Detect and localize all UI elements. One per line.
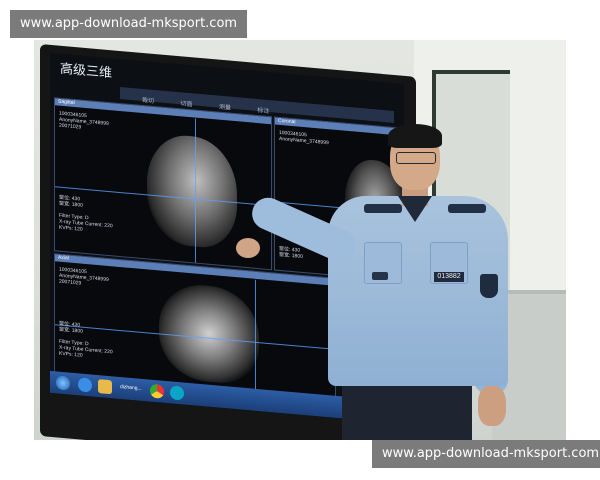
right-hand [478,386,506,426]
epaulet-left [364,204,402,213]
scan-meta-bottom: 窗位: 430 窗宽: 1800 Filter Type: D X-ray Tu… [59,320,113,359]
skull-sagittal-scan [147,132,237,251]
scan-meta-top: 1000346105 AnonyName_3748999 20071029 [59,110,109,131]
photo: 高级三维 裁切 切面 测量 标注 Sagittal 1000346105 Ano… [34,40,566,440]
crosshair-vertical [195,118,196,263]
taskbar-item-label: dizhang... [120,383,142,392]
app-icon [170,385,184,401]
watermark-bottom: www.app-download-mksport.com [372,440,600,468]
police-badge-number: 013882 [434,272,464,282]
hair [388,124,442,148]
scan-meta-bottom: 窗位: 430 窗宽: 1800 [279,245,303,261]
epaulet-right [448,204,486,213]
watermark-top: www.app-download-mksport.com [10,10,248,38]
chest-emblem [372,272,388,280]
crosshair-vertical [255,279,256,390]
start-button-icon [56,375,70,391]
app-title: 高级三维 [60,61,113,82]
scan-meta-bottom: 窗位: 430 窗宽: 1800 Filter Type: D X-ray Tu… [59,194,113,233]
scan-meta-top: 1000346105 AnonyName_3748999 20071029 [59,266,109,287]
chrome-icon [150,383,164,399]
folder-icon [98,379,112,395]
police-officer: 013882 [236,124,522,440]
pants [342,382,472,440]
pointing-hand [236,238,260,258]
glasses-icon [396,152,436,164]
sleeve-patch [480,274,498,298]
browser-icon [78,377,92,393]
